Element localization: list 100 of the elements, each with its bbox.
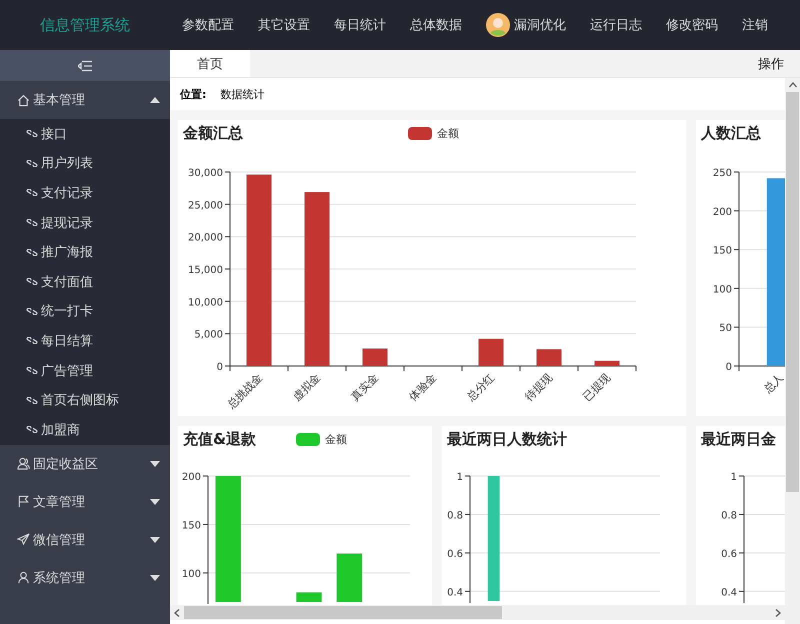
axis-tick-label: 100	[182, 568, 201, 580]
flag-icon	[17, 495, 30, 508]
axis-category-label: 虚拟金	[290, 370, 324, 404]
link-icon	[26, 248, 38, 256]
sidebar-item[interactable]: 接口	[0, 119, 170, 149]
nav-link[interactable]: 漏洞优化	[514, 16, 566, 34]
legend-label[interactable]: 金额	[325, 432, 348, 446]
caret-icon	[150, 536, 160, 543]
sidebar-item[interactable]: 支付面值	[0, 266, 170, 297]
users-icon	[17, 457, 30, 470]
axis-tick-label: 15,000	[188, 265, 223, 276]
link-icon	[26, 426, 38, 434]
bar	[362, 348, 388, 366]
sidebar-group[interactable]: 文章管理	[0, 482, 170, 521]
axis-tick-label: 200	[182, 472, 201, 483]
sidebar-item[interactable]: 每日结算	[0, 326, 170, 356]
bar	[594, 360, 620, 366]
sidebar-group[interactable]: 系统管理	[0, 558, 170, 597]
home-icon	[17, 94, 30, 106]
sidebar-group[interactable]: 微信管理	[0, 520, 170, 559]
axis-tick-label: 0.8	[447, 510, 463, 522]
bar	[536, 349, 562, 366]
axis-tick-label: 5,000	[194, 330, 223, 341]
link-icon	[26, 189, 38, 196]
nav-link[interactable]: 注销	[742, 16, 768, 34]
axis-tick-label: 10,000	[188, 297, 223, 308]
legend-label[interactable]: 金额	[437, 126, 459, 140]
caret-icon	[150, 97, 160, 103]
sidebar-item[interactable]: 加盟商	[0, 414, 170, 445]
chart-title: 最近两日人数统计	[447, 430, 567, 448]
axis-tick-label: 0.6	[721, 548, 737, 560]
axis-tick-label: 0.4	[721, 587, 737, 598]
axis-tick-label: 0.4	[447, 587, 463, 598]
axis-tick-label: 200	[712, 206, 732, 218]
actions-menu[interactable]: 操作	[758, 54, 800, 72]
legend-swatch[interactable]	[296, 432, 320, 446]
axis-tick-label: 0.6	[447, 548, 463, 560]
sidebar-item[interactable]: 用户列表	[0, 148, 170, 178]
sidebar-item[interactable]: 提现记录	[0, 208, 170, 238]
sidebar-toggle[interactable]	[0, 50, 170, 81]
vertical-scrollbar[interactable]	[785, 78, 800, 624]
x-axis	[738, 366, 785, 372]
location-label: 位置:	[180, 86, 206, 102]
sidebar-item[interactable]: 广告管理	[0, 356, 170, 386]
axis-tick-label: 25,000	[188, 200, 223, 212]
link-icon	[26, 219, 38, 226]
axis-tick-label: 1	[456, 472, 463, 483]
chart-title: 最近两日金	[701, 430, 776, 448]
location-value: 数据统计	[220, 86, 264, 102]
axis-tick-label: 50	[719, 323, 732, 334]
axis-tick-label: 1	[730, 472, 737, 483]
caret-icon	[150, 574, 160, 581]
caret-icon	[150, 498, 160, 505]
sidebar-item[interactable]: 首页右侧图标	[0, 385, 170, 415]
horizontal-scrollbar[interactable]	[170, 605, 785, 620]
axis-tick-label: 100	[712, 284, 732, 296]
axis-category-label: 已提现	[580, 370, 614, 404]
axis-category-label: 体验金	[406, 370, 440, 404]
paper-plane-icon	[17, 533, 30, 546]
scroll-right-icon[interactable]	[775, 608, 781, 616]
nav-link[interactable]: 其它设置	[258, 16, 310, 34]
legend-swatch[interactable]	[408, 126, 432, 140]
axis-category-label: 真实金	[348, 370, 382, 404]
sidebar-group[interactable]: 基本管理	[0, 81, 170, 119]
nav-link[interactable]: 运行日志	[590, 16, 642, 34]
axis-category-label: 总分红	[464, 370, 498, 404]
scroll-left-icon[interactable]	[174, 608, 180, 616]
nav-link[interactable]: 总体数据	[410, 16, 462, 34]
user-icon	[17, 571, 30, 584]
caret-icon	[150, 460, 160, 467]
axis-tick-label: 20,000	[188, 232, 223, 244]
chart-title: 充值&退款	[183, 430, 256, 448]
tab[interactable]: 首页	[170, 50, 250, 77]
nav-link[interactable]: 修改密码	[666, 16, 718, 34]
axis-tick-label: 0.8	[721, 510, 737, 522]
avatar-icon[interactable]	[486, 13, 510, 37]
link-icon	[26, 337, 38, 344]
bar	[478, 338, 504, 366]
sidebar-group[interactable]: 固定收益区	[0, 444, 170, 483]
link-icon	[26, 160, 38, 167]
link-icon	[26, 308, 38, 315]
axis-tick-label: 0	[216, 362, 223, 373]
axis-tick-label: 0	[726, 362, 732, 373]
sidebar-item[interactable]: 推广海报	[0, 237, 170, 267]
axis-category-label: 总挑战金	[224, 370, 266, 412]
bar	[296, 592, 322, 602]
menu-icon[interactable]	[78, 60, 92, 72]
sidebar-item[interactable]: 统一打卡	[0, 296, 170, 326]
axis-category-label: 待提现	[522, 370, 556, 404]
axis-category-label: 总人	[761, 370, 785, 396]
logo-text[interactable]: 信息管理系统	[0, 16, 170, 34]
axis-tick-label: 150	[182, 520, 201, 532]
nav-link[interactable]: 每日统计	[334, 16, 386, 34]
scroll-up-icon[interactable]	[788, 82, 796, 88]
link-icon	[26, 278, 38, 286]
sidebar-item[interactable]: 支付记录	[0, 178, 170, 208]
nav-link[interactable]: 参数配置	[182, 16, 234, 34]
link-icon	[26, 130, 38, 138]
chart-title: 人数汇总	[701, 124, 761, 142]
bar	[336, 554, 362, 602]
